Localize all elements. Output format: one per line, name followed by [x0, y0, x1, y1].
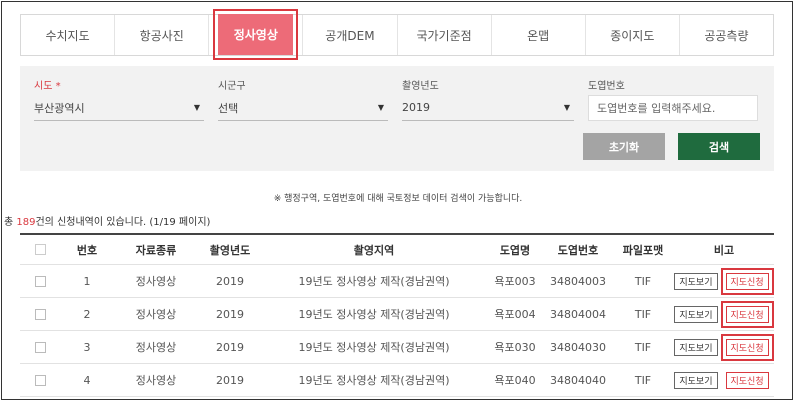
cell-map-code: 34804040	[550, 373, 606, 387]
cell-region: 19년도 정사영상 제작(경남권역)	[298, 341, 450, 354]
sido-select[interactable]: 부산광역시 ▼	[34, 95, 204, 121]
cell-type: 정사영상	[135, 308, 177, 321]
category-tabs: 수치지도 항공사진 정사영상 공개DEM 국가기준점 온맵 종이지도 공공측량	[20, 9, 774, 60]
tab-paper-map[interactable]: 종이지도	[586, 15, 680, 55]
tab-orthophoto[interactable]: 정사영상	[209, 9, 304, 60]
cell-region: 19년도 정사영상 제작(경남권역)	[298, 374, 450, 387]
cell-type: 정사영상	[135, 374, 177, 387]
tab-public-survey[interactable]: 공공측량	[680, 15, 773, 55]
reset-button[interactable]: 초기화	[583, 133, 665, 160]
cell-map-name: 욕포004	[494, 308, 536, 321]
mapno-label: 도엽번호	[588, 81, 625, 92]
cell-type: 정사영상	[135, 341, 177, 354]
cell-map-name: 욕포040	[494, 374, 536, 387]
tab-control-point[interactable]: 국가기준점	[398, 15, 492, 55]
year-field: 촬영년도 2019 ▼	[402, 77, 574, 121]
mapno-input[interactable]: 도엽번호를 입력해주세요.	[588, 95, 758, 121]
sido-label: 시도	[34, 81, 53, 92]
total-count-number: 189	[16, 217, 36, 228]
mapno-field: 도엽번호 도엽번호를 입력해주세요.	[588, 77, 758, 121]
cell-no: 2	[83, 307, 91, 321]
year-select[interactable]: 2019 ▼	[402, 95, 574, 121]
view-map-button[interactable]: 지도보기	[674, 305, 718, 323]
chevron-down-icon: ▼	[193, 103, 200, 112]
header-year: 촬영년도	[209, 243, 251, 257]
row-checkbox[interactable]	[34, 374, 46, 386]
header-region: 촬영지역	[353, 243, 395, 257]
header-format: 파일포맷	[622, 243, 664, 257]
cell-format: TIF	[634, 274, 652, 288]
year-label: 촬영년도	[402, 81, 439, 92]
result-table: 번호 자료종류 촬영년도 촬영지역 도엽명 도엽번호 파일포맷 비고 1 정사영…	[20, 233, 774, 397]
tab-digital-map[interactable]: 수치지도	[21, 15, 116, 55]
sigungu-label: 시군구	[218, 81, 246, 92]
apply-highlight: 지도신청	[720, 267, 774, 295]
cell-format: TIF	[634, 373, 652, 387]
page-frame: 수치지도 항공사진 정사영상 공개DEM 국가기준점 온맵 종이지도 공공측량 …	[1, 1, 793, 400]
cell-type: 정사영상	[135, 275, 177, 288]
required-mark: *	[55, 81, 61, 92]
header-remarks: 비고	[713, 243, 735, 257]
active-tab-highlight: 정사영상	[213, 9, 299, 60]
tab-open-dem[interactable]: 공개DEM	[303, 15, 398, 55]
cell-no: 1	[83, 274, 91, 288]
search-button[interactable]: 검색	[678, 133, 760, 160]
table-row: 2 정사영상 2019 19년도 정사영상 제작(경남권역) 욕포004 348…	[20, 298, 774, 331]
cell-format: TIF	[634, 340, 652, 354]
cell-no: 3	[83, 340, 91, 354]
view-map-button[interactable]: 지도보기	[674, 371, 718, 389]
cell-map-code: 34804003	[550, 274, 606, 288]
row-checkbox[interactable]	[34, 275, 46, 287]
chevron-down-icon: ▼	[563, 103, 570, 112]
sigungu-field: 시군구 선택 ▼	[218, 77, 388, 121]
cell-map-code: 34804030	[550, 340, 606, 354]
search-note: ※ 행정구역, 도엽번호에 대해 국토정보 데이터 검색이 가능합니다.	[273, 194, 523, 204]
cell-no: 4	[83, 373, 91, 387]
table-row: 4 정사영상 2019 19년도 정사영상 제작(경남권역) 욕포040 348…	[20, 364, 774, 397]
table-row: 3 정사영상 2019 19년도 정사영상 제작(경남권역) 욕포030 348…	[20, 331, 774, 364]
apply-highlight: 지도신청	[721, 367, 774, 394]
cell-format: TIF	[634, 307, 652, 321]
apply-map-button[interactable]: 지도신청	[725, 272, 769, 290]
tab-aerial-photo[interactable]: 항공사진	[115, 15, 210, 55]
cell-region: 19년도 정사영상 제작(경남권역)	[298, 275, 450, 288]
total-count: 총 189건의 신청내역이 있습니다. (1/19 페이지)	[4, 217, 211, 228]
cell-map-code: 34804004	[550, 307, 606, 321]
table-row: 1 정사영상 2019 19년도 정사영상 제작(경남권역) 욕포003 348…	[20, 265, 774, 298]
apply-map-button[interactable]: 지도신청	[725, 371, 769, 389]
apply-map-button[interactable]: 지도신청	[725, 305, 769, 323]
header-type: 자료종류	[135, 243, 177, 257]
apply-highlight: 지도신청	[720, 333, 774, 361]
cell-year: 2019	[216, 307, 244, 321]
row-checkbox[interactable]	[34, 308, 46, 320]
cell-map-name: 욕포003	[494, 275, 536, 288]
apply-highlight: 지도신청	[720, 300, 774, 328]
view-map-button[interactable]: 지도보기	[674, 272, 718, 290]
view-map-button[interactable]: 지도보기	[674, 338, 718, 356]
apply-map-button[interactable]: 지도신청	[725, 338, 769, 356]
chevron-down-icon: ▼	[377, 103, 384, 112]
select-all-checkbox[interactable]	[34, 244, 46, 255]
tab-onmap[interactable]: 온맵	[492, 15, 586, 55]
table-header: 번호 자료종류 촬영년도 촬영지역 도엽명 도엽번호 파일포맷 비고	[20, 235, 774, 265]
header-no: 번호	[76, 243, 98, 257]
cell-map-name: 욕포030	[494, 341, 536, 354]
cell-year: 2019	[216, 340, 244, 354]
sigungu-select[interactable]: 선택 ▼	[218, 95, 388, 121]
search-panel: 시도 * 부산광역시 ▼ 시군구 선택 ▼ 촬영년도 2019 ▼ 도엽번호 도엽번호…	[20, 66, 774, 171]
cell-year: 2019	[216, 373, 244, 387]
cell-year: 2019	[216, 274, 244, 288]
sido-field: 시도 * 부산광역시 ▼	[34, 77, 204, 121]
header-map-name: 도엽명	[499, 243, 531, 257]
header-map-code: 도엽번호	[557, 243, 599, 257]
cell-region: 19년도 정사영상 제작(경남권역)	[298, 308, 450, 321]
row-checkbox[interactable]	[34, 341, 46, 353]
